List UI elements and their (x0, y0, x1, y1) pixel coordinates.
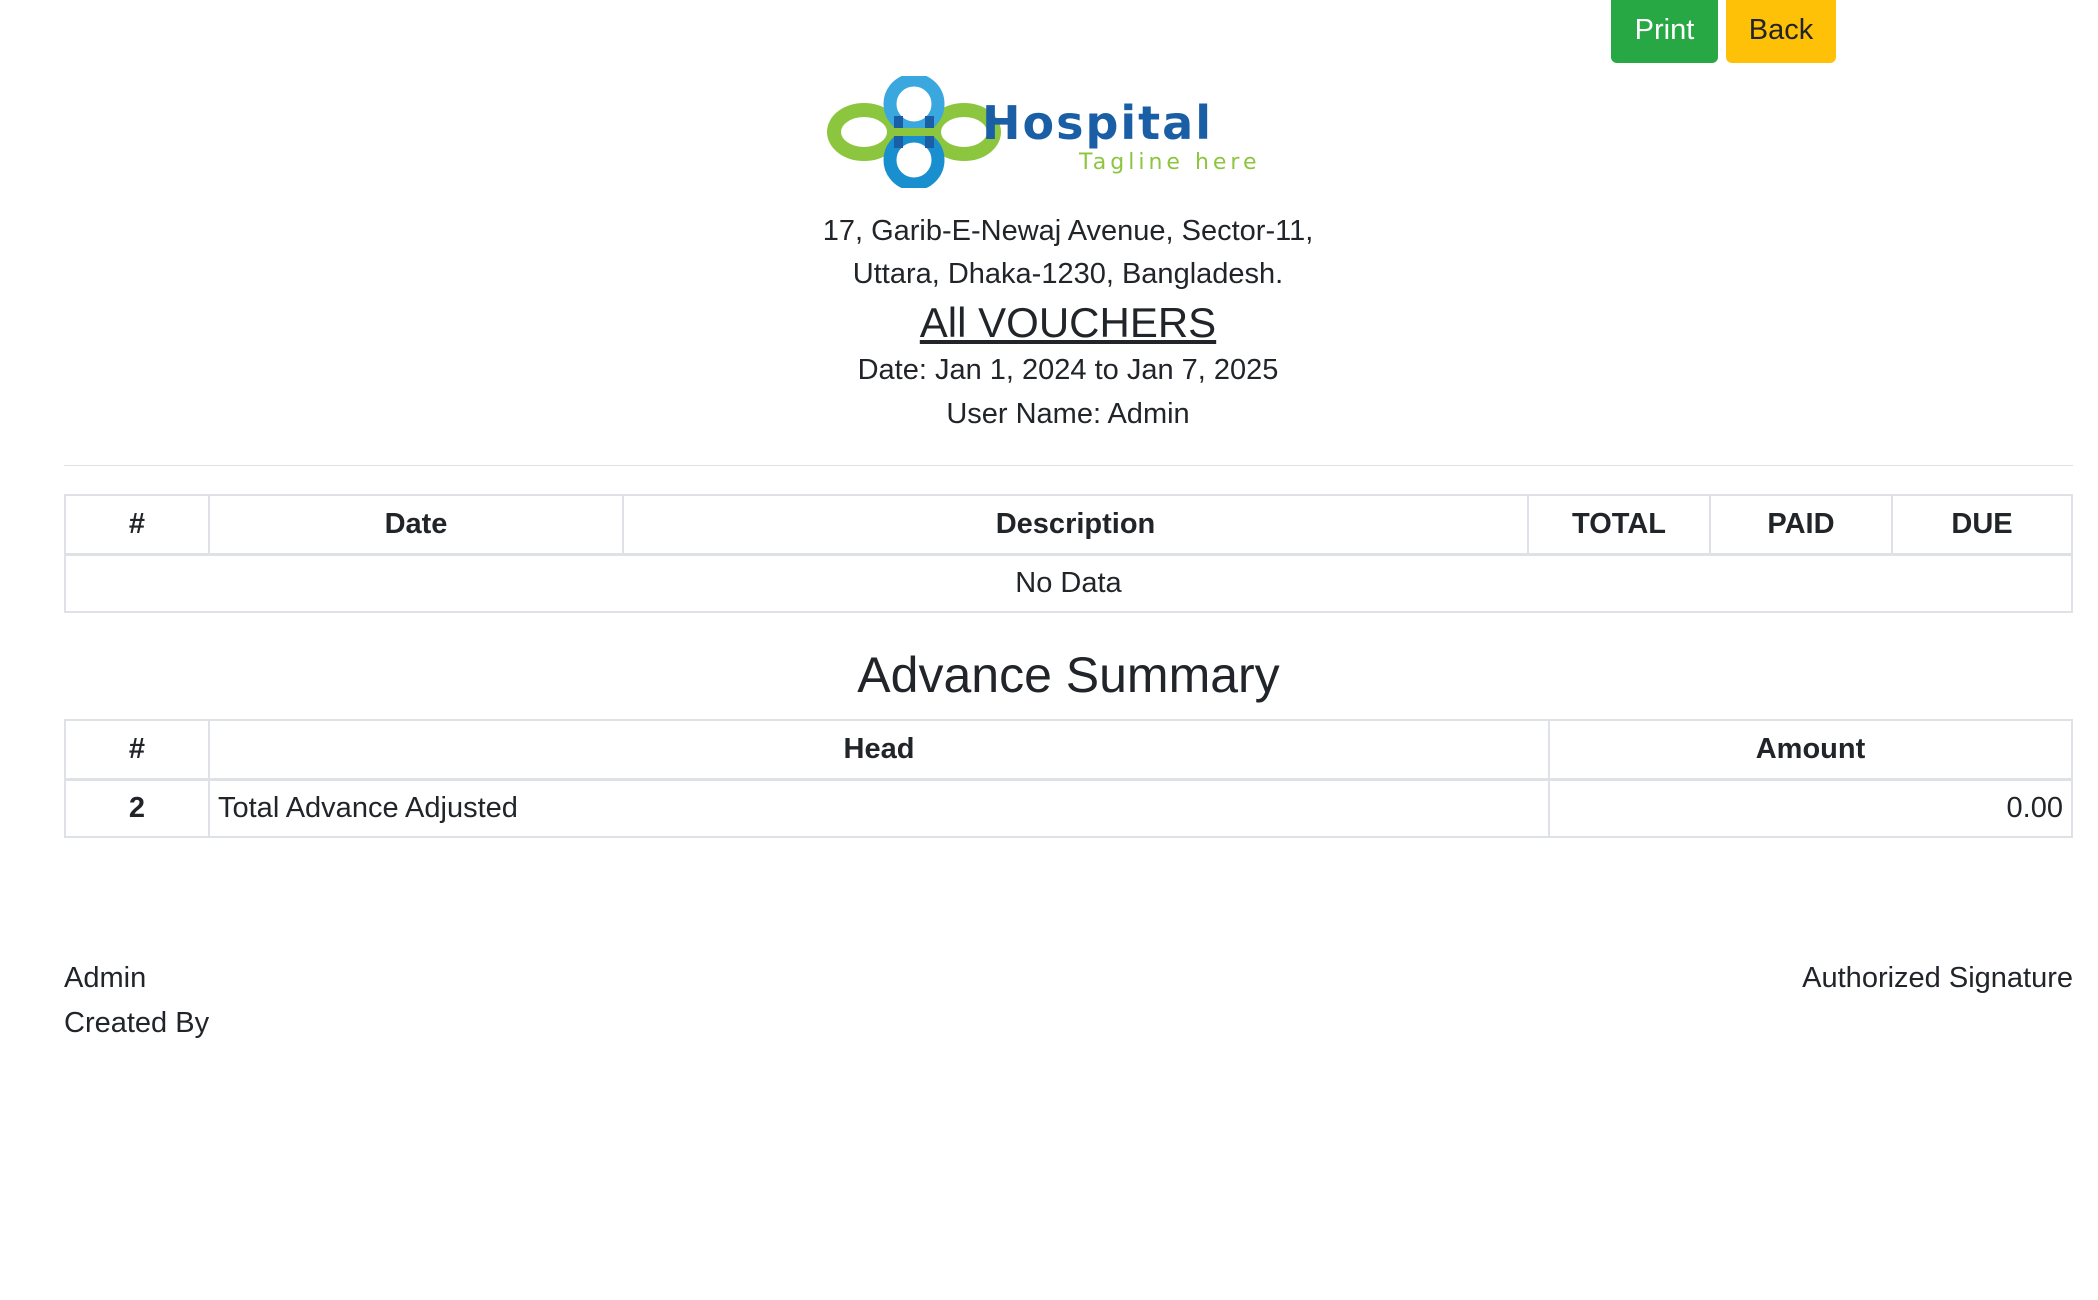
col-header-amount: Amount (1548, 719, 2073, 781)
row-index: 2 (64, 778, 210, 838)
action-buttons: Print Back (1611, 0, 1836, 63)
table-row: 2 Total Advance Adjusted 0.00 (64, 778, 2073, 838)
col-header-description: Description (622, 494, 1529, 556)
cross-logo-icon (827, 76, 1001, 188)
col-header-paid: PAID (1709, 494, 1893, 556)
col-header-head: Head (208, 719, 1550, 781)
row-amount: 0.00 (1548, 778, 2073, 838)
row-head: Total Advance Adjusted (208, 778, 1550, 838)
col-header-total: TOTAL (1527, 494, 1711, 556)
voucher-table-header-row: # Date Description TOTAL PAID DUE (64, 494, 2073, 556)
brand-tagline: Tagline here (1079, 150, 1261, 175)
created-by-block: Admin Created By (64, 956, 209, 1046)
col-header-date: Date (208, 494, 624, 556)
creator-name: Admin (64, 962, 147, 994)
user-name: User Name: Admin (946, 398, 1190, 430)
created-by-label: Created By (64, 1007, 210, 1039)
summary-table-header-row: # Head Amount (64, 719, 2073, 781)
address-line-2: Uttara, Dhaka-1230, Bangladesh. (852, 258, 1284, 290)
advance-summary-table: # Head Amount 2 Total Advance Adjusted 0… (64, 719, 2073, 838)
brand-name: Hospital (982, 96, 1213, 150)
page-title: All VOUCHERS (919, 299, 1217, 346)
col-header-index: # (64, 719, 210, 781)
hospital-address: 17, Garib-E-Newaj Avenue, Sector-11, Utt… (64, 210, 2072, 296)
authorized-signature-label: Authorized Signature (1802, 962, 2073, 994)
col-header-due: DUE (1891, 494, 2073, 556)
address-line-1: 17, Garib-E-Newaj Avenue, Sector-11, (822, 215, 1314, 247)
table-row: No Data (64, 553, 2073, 613)
col-header-index: # (64, 494, 210, 556)
date-range: Date: Jan 1, 2024 to Jan 7, 2025 (857, 354, 1279, 386)
signature-block: Authorized Signature (1802, 956, 2073, 1001)
voucher-table: # Date Description TOTAL PAID DUE No Dat… (64, 494, 2073, 613)
print-button[interactable]: Print (1611, 0, 1718, 63)
divider (64, 465, 2073, 466)
empty-message: No Data (64, 553, 2073, 613)
hospital-logo: Hospital Tagline here (824, 76, 1304, 188)
back-button[interactable]: Back (1726, 0, 1836, 63)
advance-summary-title: Advance Summary (857, 647, 1280, 703)
